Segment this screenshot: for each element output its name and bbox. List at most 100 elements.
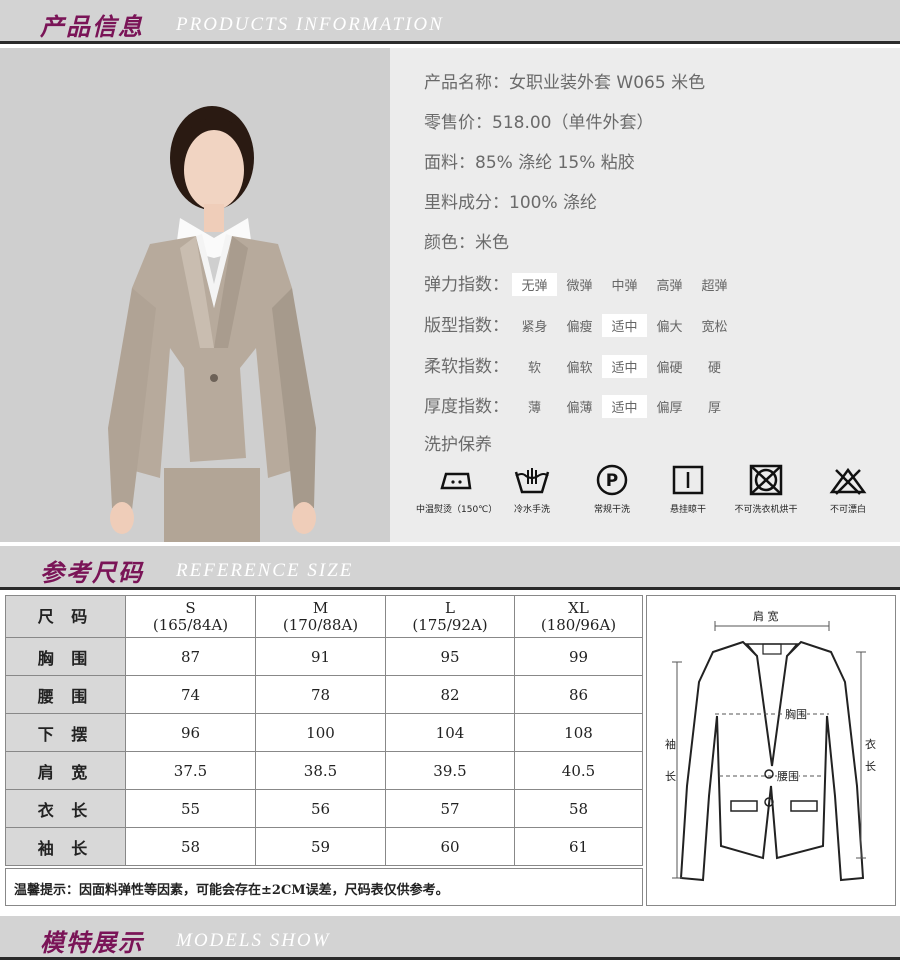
table-cell: 55 bbox=[125, 789, 256, 828]
scale-option: 偏大 bbox=[656, 320, 683, 335]
care-label: 悬挂晾干 bbox=[669, 505, 706, 515]
table-row: 下 摆 96 100 104 108 bbox=[5, 713, 643, 752]
care-item-no-bleach: 不可漂白 bbox=[808, 464, 888, 515]
scale-option: 中弹 bbox=[611, 279, 638, 294]
size-note: 温馨提示：因面料弹性等因素，可能会存在±2CM误差，尺码表仅供参考。 bbox=[5, 868, 643, 906]
model-illustration bbox=[0, 48, 390, 542]
table-cell: 38.5 bbox=[255, 751, 386, 790]
table-cell: 39.5 bbox=[385, 751, 515, 790]
table-cell: 40.5 bbox=[514, 751, 643, 790]
table-cell: 78 bbox=[255, 675, 386, 714]
table-row: 腰 围 74 78 82 86 bbox=[5, 675, 643, 714]
size-column-header: S (165/84A) bbox=[125, 595, 256, 638]
size-spec: (170/88A) bbox=[282, 615, 359, 634]
scale-option: 偏厚 bbox=[656, 401, 683, 416]
product-color: 颜色：米色 bbox=[424, 233, 509, 253]
row-header: 肩 宽 bbox=[5, 751, 126, 790]
table-cell: 108 bbox=[514, 713, 643, 752]
care-item-hand-wash: 冷水手洗 bbox=[492, 464, 572, 515]
model-photo bbox=[0, 48, 390, 542]
table-cell: 56 bbox=[255, 789, 386, 828]
scale-label: 版型指数： bbox=[424, 316, 509, 336]
size-column-header: M (170/88A) bbox=[255, 595, 386, 638]
scale-option: 紧身 bbox=[521, 320, 548, 335]
care-item-dry-clean: P 常规干洗 bbox=[572, 464, 652, 515]
sleeve-label-b: 长 bbox=[665, 768, 676, 784]
shoulder-label: 肩 宽 bbox=[753, 610, 779, 623]
section-title-en: MODELS SHOW bbox=[176, 930, 331, 951]
scale-option: 偏软 bbox=[566, 361, 593, 376]
table-cell: 104 bbox=[385, 713, 515, 752]
waist-label: 腰围 bbox=[777, 768, 799, 784]
table-cell: 87 bbox=[125, 637, 256, 676]
table-row: 衣 长 55 56 57 58 bbox=[5, 789, 643, 828]
row-header: 尺 码 bbox=[5, 595, 126, 638]
size-code: M bbox=[312, 598, 329, 617]
scale-option: 适中 bbox=[602, 314, 647, 337]
jacket-diagram bbox=[672, 621, 866, 882]
table-cell: 86 bbox=[514, 675, 643, 714]
no-bleach-icon bbox=[829, 467, 867, 495]
size-code: S bbox=[185, 598, 196, 617]
scale-option: 适中 bbox=[602, 355, 647, 378]
product-info-area: 产品名称：女职业装外套 W065 米色 零售价：518.00（单件外套） 面料：… bbox=[0, 48, 900, 542]
care-label: 不可漂白 bbox=[829, 505, 866, 515]
section-title-cn: 参考尺码 bbox=[40, 558, 144, 587]
scale-option: 高弹 bbox=[656, 279, 683, 294]
size-code: L bbox=[445, 598, 455, 617]
scale-option: 无弹 bbox=[512, 273, 557, 296]
table-cell: 74 bbox=[125, 675, 256, 714]
row-header: 下 摆 bbox=[5, 713, 126, 752]
table-cell: 58 bbox=[514, 789, 643, 828]
size-code: XL bbox=[568, 598, 589, 617]
product-name: 产品名称：女职业装外套 W065 米色 bbox=[424, 73, 706, 93]
scale-option: 薄 bbox=[527, 401, 541, 416]
scale-option: 超弹 bbox=[701, 279, 728, 294]
table-cell: 61 bbox=[514, 827, 643, 866]
size-spec: (165/84A) bbox=[152, 615, 229, 634]
table-row: 胸 围 87 91 95 99 bbox=[5, 637, 643, 676]
length-label-b: 长 bbox=[865, 758, 876, 774]
table-cell: 58 bbox=[125, 827, 256, 866]
chest-label: 胸围 bbox=[785, 706, 807, 722]
product-details: 产品名称：女职业装外套 W065 米色 零售价：518.00（单件外套） 面料：… bbox=[390, 48, 900, 542]
table-cell: 99 bbox=[514, 637, 643, 676]
reference-size-header: 参考尺码 REFERENCE SIZE bbox=[0, 546, 900, 590]
thickness-scale: 厚度指数： 薄 偏薄 适中 偏厚 厚 bbox=[424, 392, 737, 418]
care-label: 冷水手洗 bbox=[513, 505, 550, 515]
product-price: 零售价：518.00（单件外套） bbox=[424, 113, 654, 133]
scale-option: 适中 bbox=[602, 395, 647, 418]
scale-option: 硬 bbox=[707, 361, 721, 376]
scale-option: 偏薄 bbox=[566, 401, 593, 416]
table-cell: 37.5 bbox=[125, 751, 256, 790]
scale-option: 厚 bbox=[707, 401, 721, 416]
elasticity-scale: 弹力指数： 无弹 微弹 中弹 高弹 超弹 bbox=[424, 270, 737, 296]
care-item-no-tumble-dry: 不可洗衣机烘干 bbox=[726, 464, 806, 515]
table-cell: 57 bbox=[385, 789, 515, 828]
care-item-hang-dry: 悬挂晾干 bbox=[648, 464, 728, 515]
softness-scale: 柔软指数： 软 偏软 适中 偏硬 硬 bbox=[424, 352, 737, 378]
dry-clean-icon: P bbox=[596, 464, 628, 496]
table-cell: 91 bbox=[255, 637, 386, 676]
care-label: 常规干洗 bbox=[593, 505, 630, 515]
size-column-header: L (175/92A) bbox=[385, 595, 515, 638]
section-title-cn: 模特展示 bbox=[40, 928, 144, 957]
size-spec: (175/92A) bbox=[412, 615, 488, 634]
care-title: 洗护保养 bbox=[424, 435, 492, 455]
scale-option: 偏硬 bbox=[656, 361, 683, 376]
care-icons: 中温熨烫（150℃） 冷水手洗 P 常规干洗 悬挂晾干 不可洗衣机烘干 不可漂白 bbox=[416, 464, 896, 524]
hang-dry-icon bbox=[672, 465, 704, 495]
table-cell: 82 bbox=[385, 675, 515, 714]
scale-option: 微弹 bbox=[566, 279, 593, 294]
size-column-header: XL (180/96A) bbox=[514, 595, 643, 638]
svg-text:P: P bbox=[606, 471, 618, 491]
section-title-en: REFERENCE SIZE bbox=[176, 560, 354, 581]
table-cell: 60 bbox=[385, 827, 515, 866]
scale-option: 软 bbox=[527, 361, 541, 376]
measurement-diagram: 肩 宽 胸围 腰围 袖 长 衣 长 bbox=[646, 595, 896, 906]
scale-option: 偏瘦 bbox=[566, 320, 593, 335]
product-fabric: 面料：85% 涤纶 15% 粘胶 bbox=[424, 153, 635, 173]
table-cell: 95 bbox=[385, 637, 515, 676]
scale-label: 柔软指数： bbox=[424, 357, 509, 377]
table-cell: 96 bbox=[125, 713, 256, 752]
